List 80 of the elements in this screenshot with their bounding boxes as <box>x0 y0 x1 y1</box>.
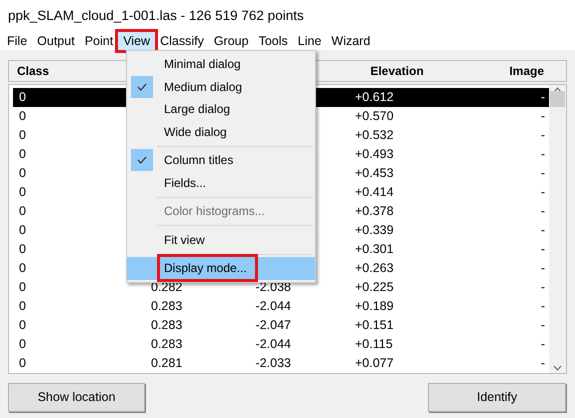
table-cell-text: - <box>540 355 545 372</box>
table-cell: +0.151 <box>355 318 394 332</box>
check-icon <box>131 149 153 172</box>
table-cell: 0 <box>19 223 26 238</box>
table-cell: 0 <box>19 109 26 124</box>
menu-bar-item[interactable]: View <box>118 32 156 50</box>
menu-item[interactable]: Minimal dialog <box>127 53 315 76</box>
table-cell-text: - <box>540 336 545 354</box>
menu-item[interactable]: Fit view <box>127 228 315 251</box>
menu-item[interactable]: Medium dialog <box>127 76 315 98</box>
table-cell: 0 <box>19 128 26 142</box>
table-cell: +0.189 <box>355 299 394 314</box>
table-cell: +0.263 <box>355 261 394 276</box>
table-cell: -2.047 <box>256 318 291 332</box>
table-cell-text: - <box>540 241 545 258</box>
table-cell-text: - <box>540 317 545 334</box>
table-cell: 0.283 <box>151 299 182 314</box>
table-cell-text: - <box>540 298 545 316</box>
table-cell: +0.493 <box>355 147 394 162</box>
menu-bar-item[interactable]: Output <box>32 32 80 50</box>
table-cell: 0 <box>19 242 26 256</box>
table-cell: +0.339 <box>355 223 394 238</box>
menu-item[interactable]: Display mode... <box>127 257 315 280</box>
show-location-button[interactable]: Show location <box>8 383 145 412</box>
table-cell: +0.301 <box>355 242 394 256</box>
table-cell: 0 <box>19 356 26 370</box>
scrollbar-thumb[interactable] <box>550 91 565 107</box>
table-cell-text: - <box>540 165 545 182</box>
table-cell: 0.283 <box>151 318 182 332</box>
table-cell: 0 <box>19 261 26 276</box>
table-cell-text: - <box>540 184 545 202</box>
table-cell: +0.453 <box>355 166 394 180</box>
menu-bar-item[interactable]: File <box>2 32 32 50</box>
table-cell: +0.225 <box>355 280 394 294</box>
table-cell: 0.283 <box>151 337 182 352</box>
table-cell: -2.044 <box>256 337 291 352</box>
table-cell: +0.378 <box>355 204 394 218</box>
menu-bar-item[interactable]: Group <box>208 32 254 50</box>
menu-item[interactable]: Wide dialog <box>127 120 315 143</box>
menu-bar-item[interactable]: Tools <box>254 32 293 50</box>
table-cell: -2.033 <box>256 356 291 370</box>
check-icon <box>131 76 153 98</box>
table-cell: +0.077 <box>355 356 394 370</box>
table-cell: +0.570 <box>355 109 394 124</box>
menu-bar-item[interactable]: Classify <box>155 32 209 50</box>
table-cell-text: - <box>540 222 545 240</box>
table-cell-text: - <box>540 89 545 106</box>
column-header: Elevation <box>369 63 425 80</box>
column-header: Image <box>509 63 544 80</box>
menu-bar-item[interactable]: Line <box>292 32 326 50</box>
menu-item[interactable]: Large dialog <box>127 98 315 120</box>
table-cell: 0 <box>19 204 26 218</box>
table-cell: 0.281 <box>151 356 182 370</box>
menu-bar-item[interactable]: Wizard <box>326 32 376 50</box>
table-cell: 0 <box>19 90 26 104</box>
table-cell: 0 <box>19 147 26 162</box>
table-cell: 0 <box>19 299 26 314</box>
table-cell: 0 <box>19 337 26 352</box>
table-cell-text: - <box>540 203 545 220</box>
table-cell: 0 <box>19 280 26 294</box>
table-cell-text: - <box>540 260 545 278</box>
table-cell: -2.044 <box>256 299 291 314</box>
table-cell: +0.115 <box>355 337 393 352</box>
table-cell-text: - <box>540 127 545 144</box>
menu-item[interactable]: Column titles <box>127 149 315 172</box>
identify-button[interactable]: Identify <box>428 383 566 412</box>
table-cell-text: - <box>540 146 545 164</box>
window-title: ppk_SLAM_cloud_1-001.las - 126 519 762 points <box>8 6 304 25</box>
table-cell-text: - <box>540 279 545 296</box>
menu-item[interactable]: Fields... <box>127 172 315 194</box>
table-cell: +0.532 <box>355 128 394 142</box>
table-cell: 0 <box>19 185 26 200</box>
scrollbar[interactable] <box>549 85 566 373</box>
table-cell: +0.612 <box>355 90 394 104</box>
column-header: Class <box>17 63 50 80</box>
table-cell: 0 <box>19 166 26 180</box>
table-cell-text: - <box>540 108 545 126</box>
table-cell: +0.414 <box>355 185 394 200</box>
menu-bar-item[interactable]: Point <box>80 32 118 50</box>
table-cell: 0 <box>19 318 26 332</box>
